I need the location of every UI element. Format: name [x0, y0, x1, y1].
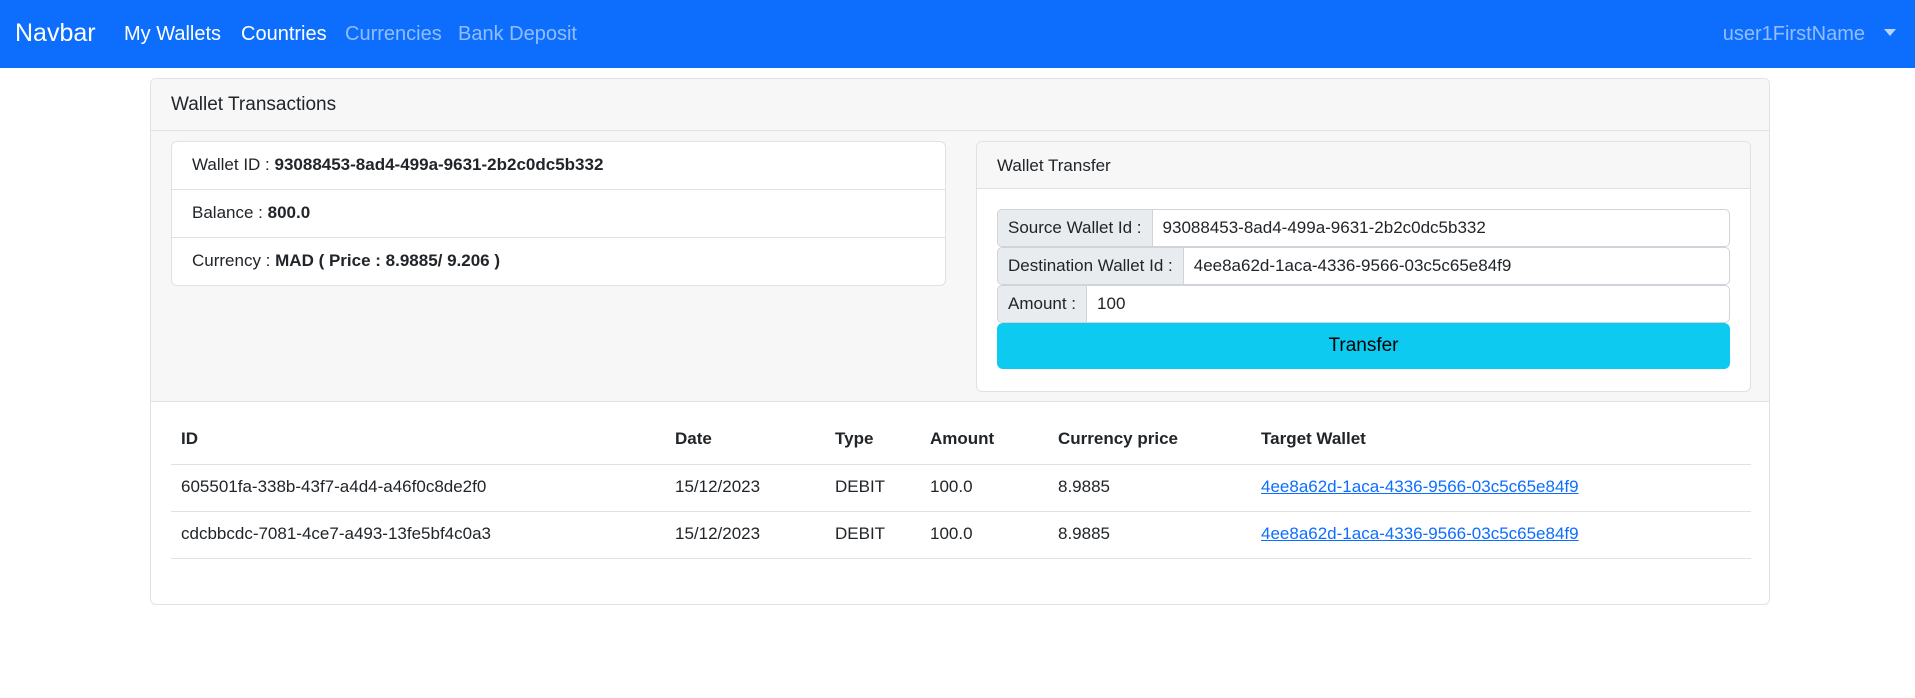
- cell-currency-price: 8.9885: [1048, 511, 1251, 559]
- currency-item: Currency : MAD ( Price : 8.9885/ 9.206 ): [172, 238, 945, 285]
- card-title: Wallet Transactions: [171, 94, 337, 115]
- amount-group: Amount :: [997, 285, 1730, 323]
- wallet-info-list: Wallet ID : 93088453-8ad4-499a-9631-2b2c…: [171, 141, 946, 286]
- destination-wallet-label: Destination Wallet Id :: [997, 247, 1184, 285]
- header-currency-price: Currency price: [1048, 417, 1251, 465]
- target-wallet-link[interactable]: 4ee8a62d-1aca-4336-9566-03c5c65e84f9: [1261, 477, 1579, 496]
- cell-target-wallet: 4ee8a62d-1aca-4336-9566-03c5c65e84f9: [1251, 511, 1751, 559]
- cell-date: 15/12/2023: [665, 511, 825, 559]
- nav-link-my-wallets[interactable]: My Wallets: [124, 23, 221, 46]
- destination-wallet-group: Destination Wallet Id :: [997, 247, 1730, 285]
- wallet-transfer-title: Wallet Transfer: [977, 142, 1750, 189]
- source-wallet-group: Source Wallet Id :: [997, 209, 1730, 247]
- cell-amount: 100.0: [920, 464, 1048, 512]
- wallet-id-label: Wallet ID :: [192, 155, 275, 174]
- balance-item: Balance : 800.0: [172, 190, 945, 238]
- wallet-id-value: 93088453-8ad4-499a-9631-2b2c0dc5b332: [274, 155, 604, 174]
- nav-link-countries[interactable]: Countries: [241, 23, 327, 46]
- target-wallet-link[interactable]: 4ee8a62d-1aca-4336-9566-03c5c65e84f9: [1261, 524, 1579, 543]
- cell-type: DEBIT: [825, 511, 920, 559]
- table-row: 605501fa-338b-43f7-a4d4-a46f0c8de2f0 15/…: [171, 464, 1751, 512]
- navbar-brand[interactable]: Navbar: [15, 19, 96, 48]
- balance-label: Balance :: [192, 203, 268, 222]
- cell-currency-price: 8.9885: [1048, 464, 1251, 512]
- card-upper-section: Wallet ID : 93088453-8ad4-499a-9631-2b2c…: [151, 131, 1769, 402]
- currency-value: MAD ( Price : 8.9885/ 9.206 ): [275, 251, 501, 270]
- header-date: Date: [665, 417, 825, 465]
- transfer-button[interactable]: Transfer: [997, 323, 1730, 369]
- source-wallet-label: Source Wallet Id :: [997, 209, 1153, 247]
- nav-link-bank-deposit[interactable]: Bank Deposit: [458, 23, 577, 46]
- table-row: cdcbbcdc-7081-4ce7-a493-13fe5bf4c0a3 15/…: [171, 511, 1751, 559]
- card-header: Wallet Transactions: [151, 79, 1769, 131]
- cell-target-wallet: 4ee8a62d-1aca-4336-9566-03c5c65e84f9: [1251, 464, 1751, 512]
- cell-date: 15/12/2023: [665, 464, 825, 512]
- destination-wallet-input[interactable]: [1183, 247, 1730, 285]
- wallet-id-item: Wallet ID : 93088453-8ad4-499a-9631-2b2c…: [172, 142, 945, 190]
- header-id: ID: [171, 417, 665, 465]
- table-header-row: ID Date Type Amount Currency price Targe…: [171, 417, 1751, 465]
- currency-label: Currency :: [192, 251, 276, 270]
- header-type: Type: [825, 417, 920, 465]
- balance-value: 800.0: [267, 203, 311, 222]
- cell-type: DEBIT: [825, 464, 920, 512]
- amount-label: Amount :: [997, 285, 1088, 323]
- nav-link-currencies[interactable]: Currencies: [345, 23, 442, 46]
- cell-id: 605501fa-338b-43f7-a4d4-a46f0c8de2f0: [171, 464, 665, 512]
- navbar: Navbar My Wallets Countries Currencies B…: [0, 0, 1915, 68]
- source-wallet-input[interactable]: [1152, 209, 1730, 247]
- transactions-table: ID Date Type Amount Currency price Targe…: [171, 417, 1751, 559]
- header-target-wallet: Target Wallet: [1251, 417, 1751, 465]
- wallet-transactions-card: Wallet Transactions Wallet ID : 93088453…: [150, 78, 1770, 605]
- user-menu[interactable]: user1FirstName: [1723, 23, 1865, 46]
- wallet-transfer-card: Wallet Transfer Source Wallet Id : Desti…: [976, 141, 1751, 392]
- chevron-down-icon[interactable]: [1884, 29, 1896, 36]
- header-amount: Amount: [920, 417, 1048, 465]
- amount-input[interactable]: [1087, 285, 1730, 323]
- cell-amount: 100.0: [920, 511, 1048, 559]
- cell-id: cdcbbcdc-7081-4ce7-a493-13fe5bf4c0a3: [171, 511, 665, 559]
